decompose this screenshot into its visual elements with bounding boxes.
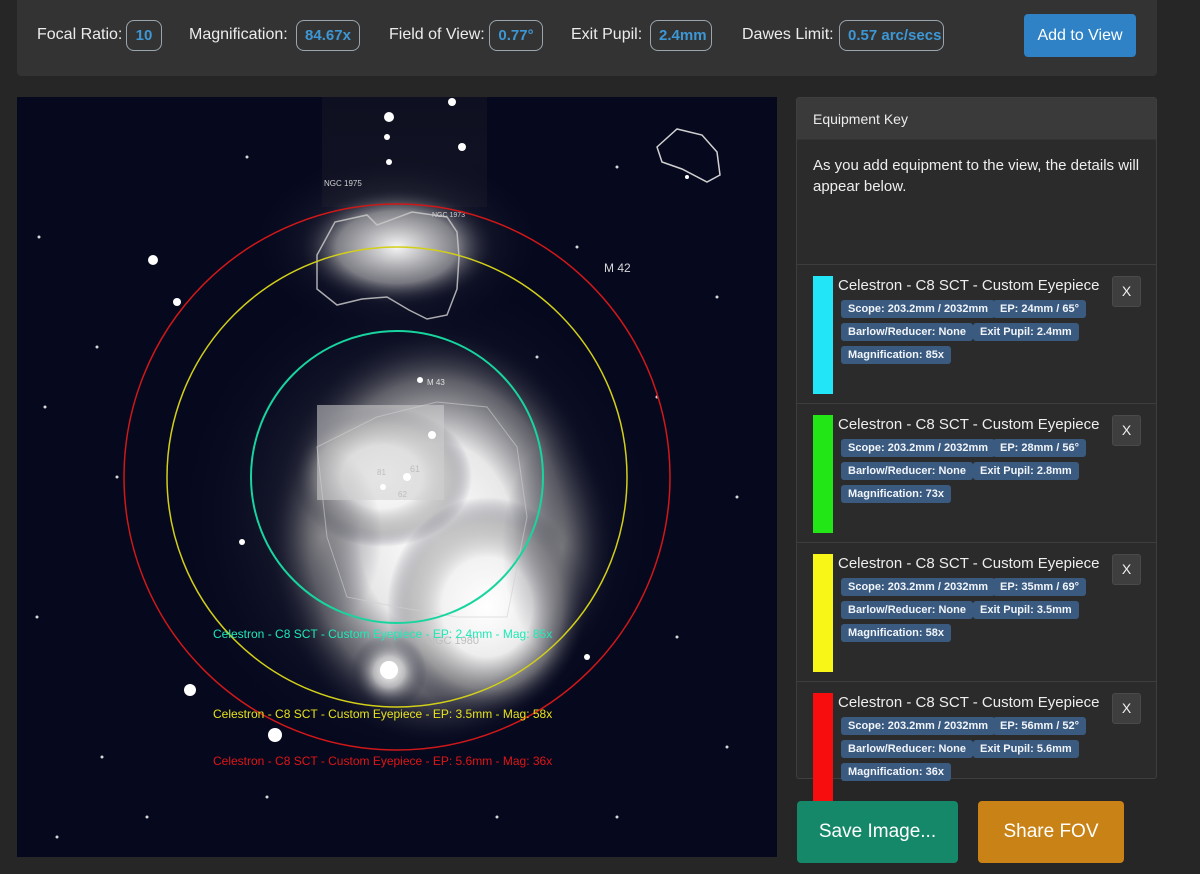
barlow-tag: Barlow/Reducer: None: [841, 601, 973, 619]
fov-caption-1: Celestron - C8 SCT - Custom Eyepiece - E…: [213, 627, 552, 641]
eyepiece-tag: EP: 24mm / 65°: [993, 300, 1086, 318]
magnification-tag: Magnification: 36x: [841, 763, 951, 781]
barlow-tag: Barlow/Reducer: None: [841, 323, 973, 341]
ngc1973-label: NGC 1973: [432, 212, 465, 219]
magnification-label: Magnification:: [189, 26, 288, 43]
field-of-view-label: Field of View:: [389, 26, 485, 43]
scope-tag: Scope: 203.2mm / 2032mm: [841, 300, 996, 318]
stats-bar: Focal Ratio: 10 Magnification: 84.67x Fi…: [17, 0, 1157, 76]
barlow-tag: Barlow/Reducer: None: [841, 462, 973, 480]
color-swatch: [813, 276, 833, 394]
magnification-tag: Magnification: 58x: [841, 624, 951, 642]
remove-button[interactable]: X: [1112, 415, 1141, 446]
exit-pupil-tag: Exit Pupil: 5.6mm: [973, 740, 1079, 758]
remove-button[interactable]: X: [1112, 554, 1141, 585]
ngc1975-label: NGC 1975: [324, 179, 362, 188]
focal-ratio-label: Focal Ratio:: [37, 26, 123, 43]
scope-tag: Scope: 203.2mm / 2032mm: [841, 578, 996, 596]
m43-label: M 43: [427, 378, 445, 387]
magnification-tag: Magnification: 73x: [841, 485, 951, 503]
equipment-item: Celestron - C8 SCT - Custom Eyepiece X S…: [797, 265, 1156, 404]
scope-tag: Scope: 203.2mm / 2032mm: [841, 439, 996, 457]
exit-pupil-value: 2.4mm: [650, 20, 712, 51]
panel-title: Equipment Key: [797, 98, 1156, 140]
equipment-item: Celestron - C8 SCT - Custom Eyepiece X S…: [797, 543, 1156, 682]
star-62-label: 62: [398, 490, 407, 499]
save-image-button[interactable]: Save Image...: [797, 801, 958, 863]
fov-caption-2: Celestron - C8 SCT - Custom Eyepiece - E…: [213, 707, 552, 721]
exit-pupil-label: Exit Pupil:: [571, 26, 643, 43]
equipment-item: Celestron - C8 SCT - Custom Eyepiece X S…: [797, 404, 1156, 543]
remove-button[interactable]: X: [1112, 693, 1141, 724]
dawes-limit-label: Dawes Limit:: [742, 26, 834, 43]
magnification-value: 84.67x: [296, 20, 360, 51]
equipment-title: Celestron - C8 SCT - Custom Eyepiece: [838, 555, 1100, 572]
exit-pupil-tag: Exit Pupil: 3.5mm: [973, 601, 1079, 619]
exit-pupil-tag: Exit Pupil: 2.8mm: [973, 462, 1079, 480]
equipment-title: Celestron - C8 SCT - Custom Eyepiece: [838, 694, 1100, 711]
eyepiece-tag: EP: 56mm / 52°: [993, 717, 1086, 735]
star-81-label: 81: [377, 468, 386, 477]
scope-tag: Scope: 203.2mm / 2032mm: [841, 717, 996, 735]
equipment-key-panel: Equipment Key As you add equipment to th…: [796, 97, 1157, 811]
equipment-title: Celestron - C8 SCT - Custom Eyepiece: [838, 277, 1100, 294]
sky-image: NGC 1975 NGC 1973 M 42 M 43 NGC 1980 61 …: [17, 97, 777, 857]
focal-ratio-value: 10: [126, 20, 162, 51]
sky-view[interactable]: NGC 1975 NGC 1973 M 42 M 43 NGC 1980 61 …: [17, 97, 777, 857]
equipment-title: Celestron - C8 SCT - Custom Eyepiece: [838, 416, 1100, 433]
barlow-tag: Barlow/Reducer: None: [841, 740, 973, 758]
m42-label: M 42: [604, 261, 631, 275]
color-swatch: [813, 693, 833, 811]
remove-button[interactable]: X: [1112, 276, 1141, 307]
field-of-view-value: 0.77°: [489, 20, 543, 51]
color-swatch: [813, 554, 833, 672]
exit-pupil-tag: Exit Pupil: 2.4mm: [973, 323, 1079, 341]
color-swatch: [813, 415, 833, 533]
eyepiece-tag: EP: 28mm / 56°: [993, 439, 1086, 457]
eyepiece-tag: EP: 35mm / 69°: [993, 578, 1086, 596]
fov-caption-3: Celestron - C8 SCT - Custom Eyepiece - E…: [213, 754, 552, 768]
share-fov-button[interactable]: Share FOV: [978, 801, 1124, 863]
add-to-view-button[interactable]: Add to View: [1024, 14, 1136, 57]
magnification-tag: Magnification: 85x: [841, 346, 951, 364]
star-61-label: 61: [410, 464, 420, 474]
dawes-limit-value: 0.57 arc/secs: [839, 20, 944, 51]
panel-description: As you add equipment to the view, the de…: [797, 140, 1156, 265]
